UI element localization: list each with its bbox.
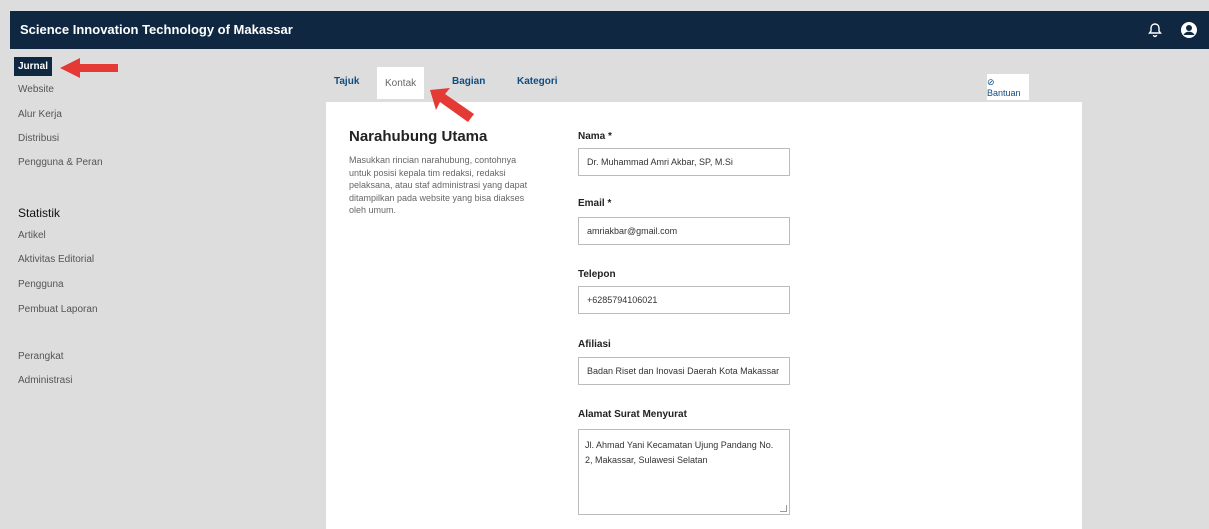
- tab-kategori[interactable]: Kategori: [517, 76, 558, 87]
- top-bar: Science Innovation Technology of Makassa…: [10, 11, 1209, 49]
- sidebar-item-pembuat-laporan[interactable]: Pembuat Laporan: [18, 304, 98, 315]
- email-label: Email *: [578, 198, 612, 209]
- sidebar-item-artikel[interactable]: Artikel: [18, 230, 46, 241]
- annotation-arrow-kontak: [430, 88, 474, 122]
- sidebar-item-distribusi[interactable]: Distribusi: [18, 133, 59, 144]
- name-label: Nama *: [578, 131, 612, 142]
- name-field[interactable]: Dr. Muhammad Amri Akbar, SP, M.Si: [578, 148, 790, 176]
- sidebar-item-jurnal[interactable]: Jurnal: [14, 57, 53, 76]
- address-textarea[interactable]: Jl. Ahmad Yani Kecamatan Ujung Pandang N…: [578, 429, 790, 515]
- sidebar-item-website[interactable]: Website: [18, 84, 54, 95]
- sidebar: Jurnal Website Alur Kerja Distribusi Pen…: [0, 49, 240, 529]
- email-field[interactable]: amriakbar@gmail.com: [578, 217, 790, 245]
- affiliation-field[interactable]: Badan Riset dan Inovasi Daerah Kota Maka…: [578, 357, 790, 385]
- sidebar-item-aktivitas-editorial[interactable]: Aktivitas Editorial: [18, 254, 94, 265]
- tab-kontak[interactable]: Kontak: [377, 67, 425, 99]
- contact-panel: Narahubung Utama Masukkan rincian narahu…: [326, 102, 1082, 529]
- help-button[interactable]: ⊘ Bantuan: [987, 74, 1029, 100]
- sidebar-item-perangkat[interactable]: Perangkat: [18, 351, 64, 362]
- section-description: Masukkan rincian narahubung, contohnya u…: [349, 155, 528, 215]
- resize-handle[interactable]: [780, 505, 787, 512]
- affiliation-label: Afiliasi: [578, 339, 611, 350]
- phone-field[interactable]: +6285794106021: [578, 286, 790, 314]
- section-title: Narahubung Utama: [349, 128, 488, 145]
- bell-icon[interactable]: [1143, 18, 1167, 42]
- tab-tajuk[interactable]: Tajuk: [334, 76, 359, 87]
- sidebar-item-alur-kerja[interactable]: Alur Kerja: [18, 109, 62, 120]
- annotation-arrow-jurnal: [60, 58, 118, 78]
- address-label: Alamat Surat Menyurat: [578, 409, 687, 420]
- user-icon[interactable]: [1177, 18, 1201, 42]
- sidebar-item-pengguna[interactable]: Pengguna: [18, 279, 64, 290]
- sidebar-item-pengguna-peran[interactable]: Pengguna & Peran: [18, 157, 103, 168]
- app-title[interactable]: Science Innovation Technology of Makassa…: [20, 22, 293, 37]
- main-content: Tajuk Kontak Bagian Kategori ⊘ Bantuan N…: [240, 49, 1209, 529]
- sidebar-item-administrasi[interactable]: Administrasi: [18, 375, 72, 386]
- statistik-heading: Statistik: [18, 206, 61, 220]
- phone-label: Telepon: [578, 269, 616, 280]
- address-text: Jl. Ahmad Yani Kecamatan Ujung Pandang N…: [585, 440, 774, 465]
